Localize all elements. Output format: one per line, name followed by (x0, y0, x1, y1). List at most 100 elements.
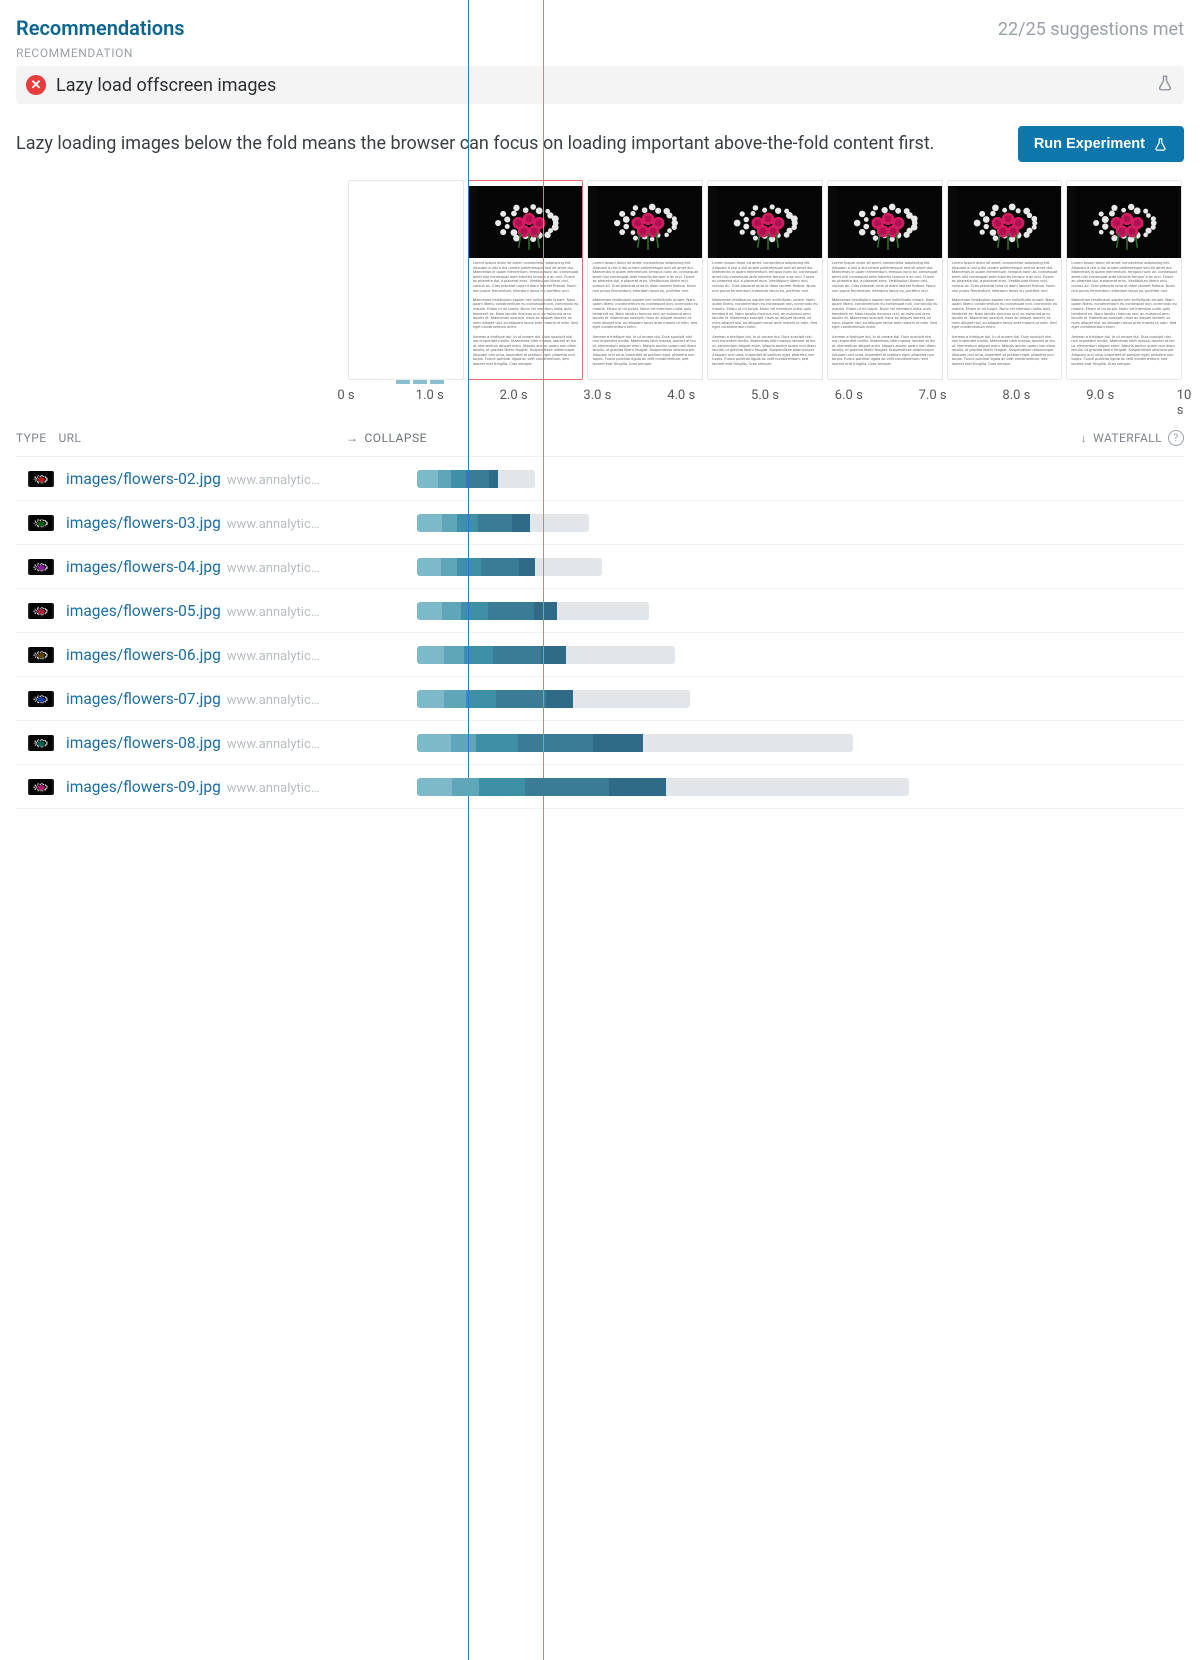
row-host: www.annalytic… (227, 605, 320, 620)
axis-tick: 3.0 s (583, 388, 611, 403)
mini-progress-indicator (396, 380, 444, 384)
row-host: www.annalytic… (227, 737, 320, 752)
row-thumbnail (28, 471, 54, 487)
recommendation-bar: ✕ Lazy load offscreen images (16, 66, 1184, 104)
row-bar-area (346, 501, 1184, 544)
filmstrip-frame[interactable]: Lorem ipsum dolor sit amet, consectetur … (587, 180, 703, 380)
waterfall-label: WATERFALL (1093, 431, 1162, 445)
timing-bar (417, 646, 675, 664)
axis-tick: 4.0 s (667, 388, 695, 403)
lcp-marker (543, 0, 544, 1660)
row-bar-area (346, 677, 1184, 720)
timing-bar (417, 514, 589, 532)
waterfall-row[interactable]: images/flowers-04.jpg www.annalytic… (16, 545, 1184, 589)
row-filename: images/flowers-06.jpg (66, 646, 221, 664)
recommendation-description: Lazy loading images below the fold means… (16, 132, 934, 156)
waterfall-row[interactable]: images/flowers-02.jpg www.annalytic… (16, 457, 1184, 501)
row-thumbnail (28, 603, 54, 619)
row-url[interactable]: images/flowers-08.jpg www.annalytic… (66, 734, 346, 752)
help-icon[interactable]: ? (1168, 430, 1184, 446)
row-url[interactable]: images/flowers-03.jpg www.annalytic… (66, 514, 346, 532)
row-url[interactable]: images/flowers-06.jpg www.annalytic… (66, 646, 346, 664)
filmstrip-frame[interactable]: Lorem ipsum dolor sit amet, consectetur … (707, 180, 823, 380)
row-filename: images/flowers-07.jpg (66, 690, 221, 708)
frame-text: Lorem ipsum dolor sit amet, consectetur … (948, 261, 1062, 371)
row-url[interactable]: images/flowers-04.jpg www.annalytic… (66, 558, 346, 576)
row-bar-area (346, 721, 1184, 764)
filmstrip-frame[interactable]: Lorem ipsum dolor sit amet, consectetur … (947, 180, 1063, 380)
row-url[interactable]: images/flowers-02.jpg www.annalytic… (66, 470, 346, 488)
waterfall-row[interactable]: images/flowers-08.jpg www.annalytic… (16, 721, 1184, 765)
collapse-label: COLLAPSE (365, 431, 427, 445)
waterfall-rows: images/flowers-02.jpg www.annalytic… ima… (16, 457, 1184, 809)
run-experiment-button[interactable]: Run Experiment (1018, 126, 1184, 162)
axis-tick: 7.0 s (919, 388, 947, 403)
fcp-marker (468, 0, 469, 1660)
row-url[interactable]: images/flowers-05.jpg www.annalytic… (66, 602, 346, 620)
filmstrip-frame[interactable]: Lorem ipsum dolor sit amet, consectetur … (468, 180, 584, 380)
row-filename: images/flowers-04.jpg (66, 558, 221, 576)
axis-tick: 2.0 s (500, 388, 528, 403)
frame-text: Lorem ipsum dolor sit amet, consectetur … (588, 261, 702, 371)
frame-text: Lorem ipsum dolor sit amet, consectetur … (828, 261, 942, 371)
row-thumbnail (28, 735, 54, 751)
timing-bar (417, 602, 649, 620)
waterfall-row[interactable]: images/flowers-07.jpg www.annalytic… (16, 677, 1184, 721)
timing-bar (417, 690, 690, 708)
run-experiment-label: Run Experiment (1034, 136, 1145, 152)
frame-text: Lorem ipsum dolor sit amet, consectetur … (469, 261, 583, 371)
row-thumbnail (28, 691, 54, 707)
filmstrip: Lorem ipsum dolor sit amet, consectetur … (346, 180, 1184, 380)
arrow-down-icon: ↓ (1081, 431, 1087, 445)
frame-text: Lorem ipsum dolor sit amet, consectetur … (708, 261, 822, 371)
filter-row: TYPE URL → COLLAPSE ↓ WATERFALL ? (16, 422, 1184, 457)
axis-tick: 1.0 s (416, 388, 444, 403)
timing-bar (417, 778, 909, 796)
row-bar-area (346, 765, 1184, 808)
waterfall-row[interactable]: images/flowers-06.jpg www.annalytic… (16, 633, 1184, 677)
suggestions-counter: 22/25 suggestions met (998, 19, 1184, 40)
fail-icon: ✕ (26, 75, 46, 95)
page-title: Recommendations (16, 16, 185, 40)
row-bar-area (346, 545, 1184, 588)
axis-tick: 6.0 s (835, 388, 863, 403)
row-host: www.annalytic… (227, 693, 320, 708)
axis-tick: 8.0 s (1002, 388, 1030, 403)
flask-icon (1156, 74, 1174, 96)
axis-tick: 5.0 s (751, 388, 779, 403)
row-filename: images/flowers-08.jpg (66, 734, 221, 752)
row-filename: images/flowers-03.jpg (66, 514, 221, 532)
axis-tick: 10 s (1177, 388, 1192, 418)
row-host: www.annalytic… (227, 517, 320, 532)
axis-tick: 0 s (337, 388, 354, 403)
row-filename: images/flowers-05.jpg (66, 602, 221, 620)
row-url[interactable]: images/flowers-07.jpg www.annalytic… (66, 690, 346, 708)
row-host: www.annalytic… (227, 649, 320, 664)
axis-tick: 9.0 s (1086, 388, 1114, 403)
row-bar-area (346, 589, 1184, 632)
row-host: www.annalytic… (227, 473, 320, 488)
recommendation-title: Lazy load offscreen images (56, 75, 276, 96)
type-column-header: TYPE (16, 431, 46, 445)
url-column-header: URL (58, 431, 81, 445)
row-url[interactable]: images/flowers-09.jpg www.annalytic… (66, 778, 346, 796)
row-thumbnail (28, 647, 54, 663)
row-thumbnail (28, 559, 54, 575)
row-host: www.annalytic… (227, 561, 320, 576)
row-bar-area (346, 457, 1184, 500)
section-label: RECOMMENDATION (16, 46, 1184, 60)
timing-bar (417, 470, 535, 488)
waterfall-row[interactable]: images/flowers-05.jpg www.annalytic… (16, 589, 1184, 633)
filmstrip-frame[interactable] (348, 180, 464, 380)
timing-bar (417, 734, 853, 752)
row-thumbnail (28, 515, 54, 531)
filmstrip-frame[interactable]: Lorem ipsum dolor sit amet, consectetur … (1066, 180, 1182, 380)
row-filename: images/flowers-02.jpg (66, 470, 221, 488)
waterfall-row[interactable]: images/flowers-03.jpg www.annalytic… (16, 501, 1184, 545)
timing-bar (417, 558, 602, 576)
collapse-button[interactable]: → COLLAPSE (346, 431, 427, 445)
waterfall-row[interactable]: images/flowers-09.jpg www.annalytic… (16, 765, 1184, 809)
filmstrip-frame[interactable]: Lorem ipsum dolor sit amet, consectetur … (827, 180, 943, 380)
row-bar-area (346, 633, 1184, 676)
arrow-right-icon: → (346, 431, 359, 445)
